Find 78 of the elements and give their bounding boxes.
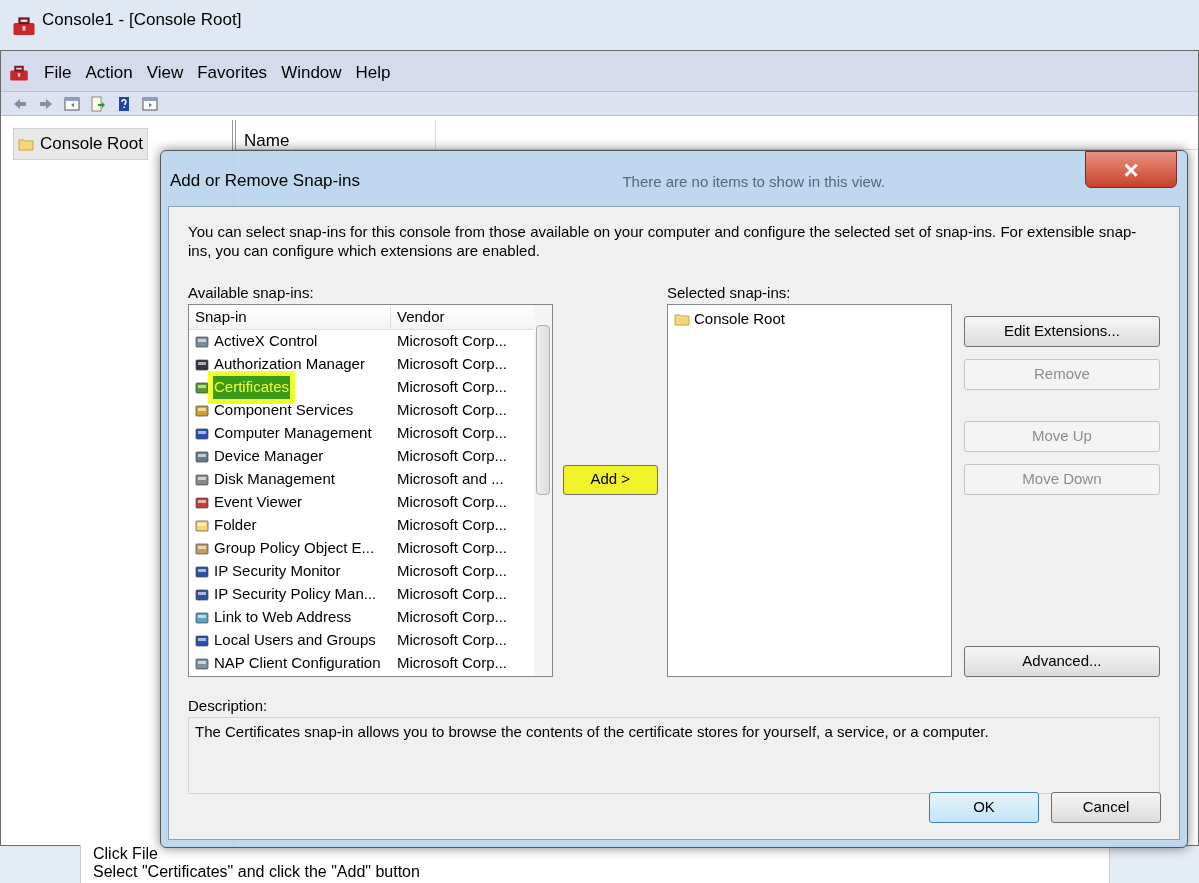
list-label: Selected snap-ins: (667, 283, 792, 300)
snap-in-name[interactable]: Authorization Manager (213, 353, 366, 376)
snap-in-name[interactable]: Disk Management (213, 468, 336, 491)
snap-in-name[interactable]: Link to Web Address (213, 606, 353, 629)
snap-in-name[interactable]: Local Users and Groups (213, 629, 377, 652)
snap-in-icon (194, 586, 210, 603)
column-header[interactable]: Snap-in (189, 305, 391, 329)
vendor-cell-text: Microsoft Corp... (396, 584, 508, 605)
dialog-button[interactable]: Cancel (1051, 792, 1161, 823)
dialog-button[interactable]: OK (929, 792, 1039, 823)
menu-item[interactable]: Help (348, 60, 398, 86)
snap-in-icon (194, 471, 210, 488)
selected-item[interactable]: Console Root (694, 308, 785, 331)
column-header[interactable]: Name (236, 120, 436, 149)
snap-in-name[interactable]: IP Security Monitor (213, 560, 342, 583)
vendor-cell-text: Microsoft Corp... (396, 492, 508, 513)
vendor-cell-text: Microsoft Corp... (396, 400, 508, 421)
scrollbar-thumb[interactable] (536, 325, 551, 495)
menu-item[interactable]: Action (78, 60, 140, 86)
vendor-cell-text: Microsoft Corp... (396, 538, 508, 559)
snap-in-icon (194, 333, 210, 350)
snap-in-icon (194, 379, 210, 396)
toolbox-icon (9, 63, 29, 83)
export-list-icon (90, 95, 106, 112)
snap-in-name[interactable]: Component Services (213, 399, 355, 422)
empty-message: There are no items to show in this view. (622, 172, 885, 192)
snap-in-name[interactable]: IP Security Policy Man... (213, 583, 378, 606)
vendor-cell-text: Microsoft and ... (396, 469, 504, 490)
vendor-cell-text: Microsoft Corp... (396, 377, 508, 398)
list-label: Available snap-ins: (188, 283, 315, 300)
snap-in-icon (194, 425, 210, 442)
snap-in-name[interactable]: Folder (213, 514, 258, 537)
tree-item[interactable]: Console Root (13, 128, 148, 160)
menu-item[interactable]: Window (274, 60, 349, 86)
snap-in-icon (194, 540, 210, 557)
vendor-cell-text: Microsoft Corp... (396, 561, 508, 582)
snap-in-icon (194, 402, 210, 419)
menu-item[interactable]: View (139, 60, 191, 86)
pane-icon (142, 95, 158, 112)
vendor-cell-text: Microsoft Corp... (396, 515, 508, 536)
snap-in-icon (194, 632, 210, 649)
snap-in-icon (194, 563, 210, 580)
snap-in-icon (194, 517, 210, 534)
snap-in-name[interactable]: NAP Client Configuration (213, 652, 382, 675)
description-label: Description: (188, 696, 269, 713)
toolbox-icon (12, 14, 36, 38)
column-header[interactable]: Vendor (391, 305, 451, 329)
menu-item[interactable]: Favorites (190, 60, 275, 86)
vendor-cell-text: Microsoft Corp... (396, 423, 508, 444)
add-button[interactable]: Add > (562, 464, 658, 495)
snap-in-icon (194, 448, 210, 465)
side-button[interactable]: Advanced... (963, 646, 1160, 677)
pane-icon (64, 95, 80, 112)
menu-item[interactable]: File (37, 60, 79, 86)
vendor-cell-text: Microsoft Corp... (396, 607, 508, 628)
vendor-cell-text: Microsoft Corp... (396, 354, 508, 375)
snap-in-icon (194, 609, 210, 626)
snap-in-icon (194, 494, 210, 511)
snap-in-name[interactable]: Group Policy Object E... (213, 537, 376, 560)
vendor-cell-text: Microsoft Corp... (396, 331, 508, 352)
side-button[interactable]: Edit Extensions... (963, 316, 1160, 347)
vendor-cell-text: Microsoft Corp... (396, 653, 508, 674)
snap-in-name[interactable]: Event Viewer (213, 491, 304, 514)
snap-in-name[interactable]: Computer Management (213, 422, 373, 445)
window-title: Console1 - [Console Root] (42, 9, 242, 32)
vendor-cell-text: Microsoft Corp... (396, 630, 508, 651)
snap-in-name[interactable]: ActiveX Control (213, 330, 319, 353)
snap-in-icon (194, 356, 210, 373)
snap-in-icon (194, 655, 210, 672)
folder-icon (674, 311, 690, 328)
snap-in-name[interactable]: Device Manager (213, 445, 325, 468)
instruction-text: Select "Certificates" and click the "Add" button (93, 863, 421, 881)
instruction-text: Click File (93, 845, 159, 863)
help-icon (116, 95, 132, 112)
vendor-cell-text: Microsoft Corp... (396, 446, 508, 467)
intro-text: You can select snap-ins for this console from those available on your computer and configure the selected set of snap-ins. For extensible snap-ins, you can configure which extensions are enabled. (188, 222, 1138, 260)
dialog-title: Add or Remove Snap-ins (170, 170, 360, 192)
scrollbar[interactable] (534, 305, 553, 676)
